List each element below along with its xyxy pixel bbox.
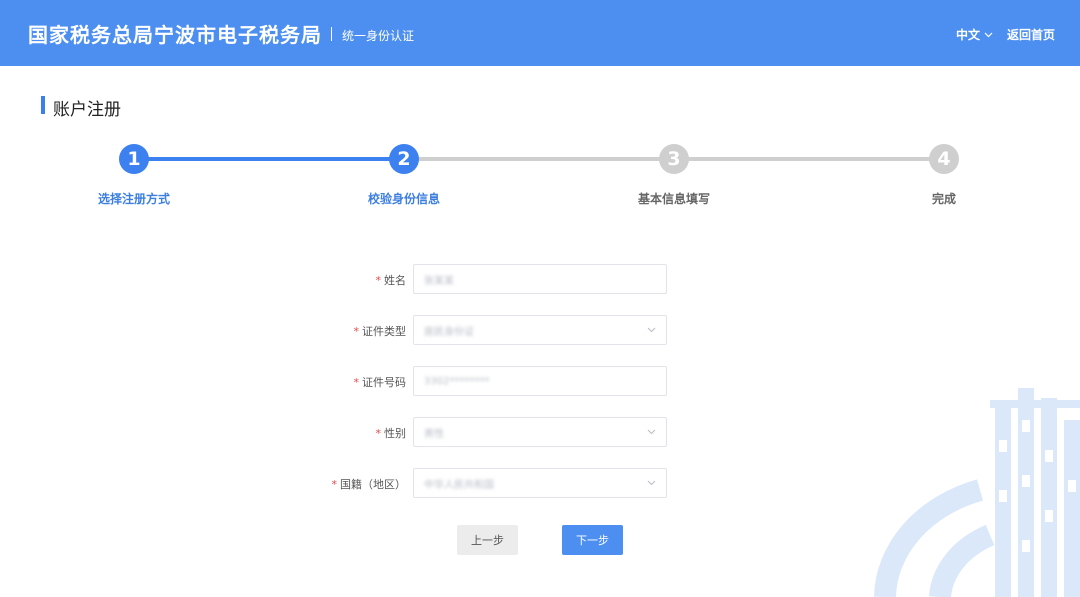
title-accent-bar [41,96,45,114]
nationality-label: * 国籍（地区） [331,478,407,491]
step-4-circle: 4 [929,144,959,174]
title-divider [331,27,332,41]
site-subtitle: 统一身份认证 [342,29,415,43]
step-2-label: 校验身份信息 [367,192,440,206]
name-value: 张某某 [424,275,454,287]
required-mark: * [331,478,338,491]
language-selector[interactable]: 中文 [956,26,993,43]
previous-step-button[interactable]: 上一步 [457,525,518,555]
gender-label: * 性别 [375,427,407,440]
next-step-button[interactable]: 下一步 [562,525,623,555]
required-mark: * [353,376,360,389]
step-4-label: 完成 [931,192,956,206]
chevron-down-icon [984,32,993,37]
step-connector-1-2 [148,157,390,161]
step-1-circle: 1 [119,144,149,174]
required-mark: * [353,325,360,338]
id-type-value: 居民身份证 [424,326,474,338]
nationality-select[interactable]: 中华人民共和国 [413,468,667,498]
page-title: 账户注册 [53,100,121,120]
step-3-circle: 3 [659,144,689,174]
gender-value: 男性 [424,428,444,440]
required-mark: * [375,427,382,440]
chevron-down-icon [647,480,656,486]
site-title: 国家税务总局宁波市电子税务局 [28,23,322,47]
name-input[interactable]: 张某某 [413,264,667,294]
id-number-label: * 证件号码 [353,376,407,389]
id-number-input[interactable]: 3302******** [413,366,667,396]
step-connector-3-4 [688,157,930,161]
step-3-label: 基本信息填写 [637,192,710,206]
return-home-link[interactable]: 返回首页 [1007,26,1055,43]
name-label: * 姓名 [375,274,407,287]
language-label: 中文 [956,28,981,42]
step-2-circle: 2 [389,144,419,174]
tax-emblem-watermark-icon [874,388,1080,597]
step-connector-2-3 [418,157,660,161]
chevron-down-icon [647,429,656,435]
required-mark: * [375,274,382,287]
nationality-value: 中华人民共和国 [424,479,494,491]
id-type-label: * 证件类型 [353,325,407,338]
top-header: 国家税务总局宁波市电子税务局 统一身份认证 中文 返回首页 [0,0,1080,66]
id-number-value: 3302******** [424,375,490,387]
gender-select[interactable]: 男性 [413,417,667,447]
chevron-down-icon [647,327,656,333]
step-1-label: 选择注册方式 [97,192,170,206]
id-type-select[interactable]: 居民身份证 [413,315,667,345]
